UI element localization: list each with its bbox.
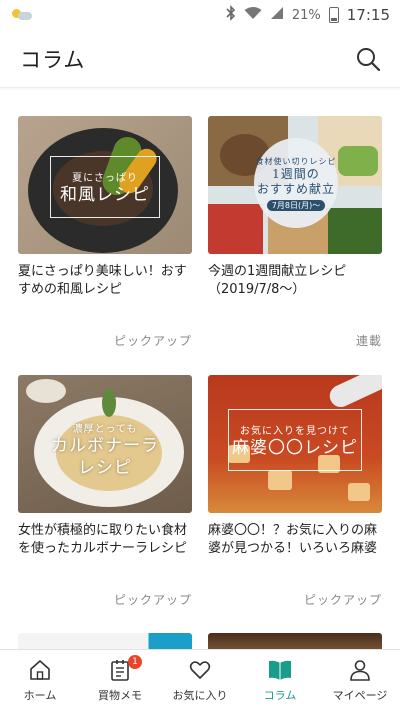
card-thumbnail-partial[interactable] bbox=[18, 633, 192, 649]
nav-label: 買物メモ bbox=[98, 689, 142, 702]
battery-percent: 21% bbox=[291, 7, 321, 23]
book-icon bbox=[269, 660, 291, 680]
card-tag: ピックアップ bbox=[303, 593, 382, 607]
search-button[interactable] bbox=[352, 43, 384, 75]
column-card[interactable]: お気に入りを見つけて 麻婆〇〇レシピ 麻婆〇〇！？お気に入りの麻婆が見つかる！い… bbox=[208, 375, 382, 607]
signal-icon bbox=[270, 6, 284, 24]
home-icon bbox=[30, 660, 50, 680]
clock: 17:15 bbox=[346, 6, 390, 24]
card-thumbnail-partial[interactable] bbox=[208, 633, 382, 649]
card-thumbnail[interactable]: 夏にさっぱり 和風レシピ bbox=[18, 116, 192, 254]
column-card[interactable]: 食材使い切りレシピ 1週間の おすすめ献立 7月8日(月)〜 今週の1週間献立レ… bbox=[208, 116, 382, 348]
overlay-date: 7月8日(月)〜 bbox=[266, 199, 326, 211]
overlay-caption: 夏にさっぱり bbox=[72, 172, 138, 184]
card-overlay: お気に入りを見つけて 麻婆〇〇レシピ bbox=[228, 409, 362, 471]
column-card[interactable]: 濃厚とっても カルボナーラ レシピ 女性が積極的に取りたい食材を使ったカルボナー… bbox=[18, 375, 192, 607]
card-tag: ピックアップ bbox=[113, 593, 192, 607]
nav-home[interactable]: ホーム bbox=[0, 650, 80, 711]
card-overlay: 夏にさっぱり 和風レシピ bbox=[50, 156, 160, 218]
card-thumbnail[interactable]: お気に入りを見つけて 麻婆〇〇レシピ bbox=[208, 375, 382, 513]
weather-icon bbox=[12, 8, 34, 22]
card-overlay: 食材使い切りレシピ 1週間の おすすめ献立 7月8日(月)〜 bbox=[254, 138, 338, 228]
card-title[interactable]: 女性が積極的に取りたい食材を使ったカルボナーラレシピ9選 bbox=[18, 522, 192, 558]
nav-favorites[interactable]: お気に入り bbox=[160, 650, 240, 711]
card-overlay: 濃厚とっても カルボナーラ レシピ bbox=[38, 420, 172, 478]
nav-column[interactable]: コラム bbox=[240, 650, 320, 711]
page-title: コラム bbox=[20, 47, 86, 72]
status-bar: 21% 17:15 bbox=[0, 0, 400, 30]
nav-label: コラム bbox=[263, 689, 297, 702]
overlay-heading: 和風レシピ bbox=[60, 184, 150, 205]
card-tag: ピックアップ bbox=[113, 334, 192, 348]
bluetooth-icon bbox=[226, 5, 236, 25]
nav-label: ホーム bbox=[23, 689, 57, 702]
nav-label: お気に入り bbox=[172, 689, 228, 702]
overlay-caption: 食材使い切りレシピ bbox=[255, 156, 337, 166]
battery-icon bbox=[328, 7, 339, 23]
overlay-heading: 麻婆〇〇レシピ bbox=[232, 437, 358, 458]
overlay-heading: 1週間の おすすめ献立 bbox=[256, 166, 335, 196]
overlay-caption: 濃厚とっても bbox=[72, 423, 138, 435]
card-title[interactable]: 夏にさっぱり美味しい！おすすめの和風レシピ bbox=[18, 263, 192, 299]
column-card[interactable]: 夏にさっぱり 和風レシピ 夏にさっぱり美味しい！おすすめの和風レシピ ピックアッ… bbox=[18, 116, 192, 348]
nav-mypage[interactable]: マイページ bbox=[320, 650, 400, 711]
wifi-icon bbox=[244, 6, 262, 24]
nav-label: マイページ bbox=[332, 689, 388, 702]
overlay-heading: カルボナーラ レシピ bbox=[51, 435, 159, 478]
column-list[interactable]: 夏にさっぱり 和風レシピ 夏にさっぱり美味しい！おすすめの和風レシピ ピックアッ… bbox=[0, 116, 400, 649]
card-title[interactable]: 麻婆〇〇！？お気に入りの麻婆が見つかる！いろいろ麻婆レシピ１５選 bbox=[208, 522, 382, 558]
nav-shopping-memo[interactable]: 1 買物メモ bbox=[80, 650, 160, 711]
notification-badge: 1 bbox=[128, 655, 142, 669]
person-icon bbox=[350, 660, 370, 681]
search-icon bbox=[357, 47, 381, 71]
app-header: コラム bbox=[0, 30, 400, 88]
heart-icon bbox=[189, 661, 211, 679]
overlay-caption: お気に入りを見つけて bbox=[240, 425, 350, 437]
card-thumbnail[interactable]: 食材使い切りレシピ 1週間の おすすめ献立 7月8日(月)〜 bbox=[208, 116, 382, 254]
bottom-nav: ホーム 1 買物メモ お気に入り コラム マイページ bbox=[0, 649, 400, 711]
card-tag: 連載 bbox=[355, 334, 382, 348]
card-thumbnail[interactable]: 濃厚とっても カルボナーラ レシピ bbox=[18, 375, 192, 513]
card-title[interactable]: 今週の1週間献立レシピ（2019/7/8〜） bbox=[208, 263, 382, 299]
